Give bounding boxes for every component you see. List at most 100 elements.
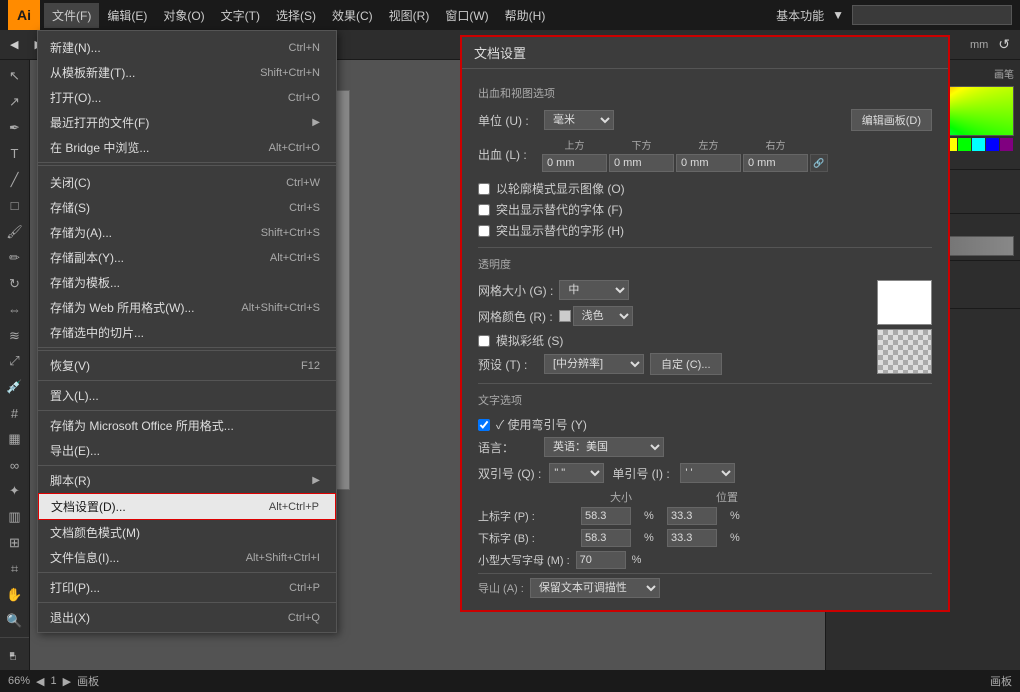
tool-paintbrush[interactable]: 🖌 (3, 220, 27, 244)
tool-warp[interactable]: ≋ (3, 324, 27, 348)
nav-prev[interactable]: ◀ (36, 675, 44, 688)
super-label: 上标字 (P) : (478, 508, 578, 524)
link-bleed-btn[interactable]: 🔗 (810, 154, 828, 172)
cb-highlight-glyphs[interactable] (478, 225, 490, 237)
tool-hand[interactable]: ✋ (3, 583, 27, 607)
menu-save[interactable]: 存储(S) Ctrl+S (38, 195, 336, 220)
menu-window[interactable]: 窗口(W) (437, 3, 496, 28)
menu-text[interactable]: 文字(T) (213, 3, 268, 28)
menu-place[interactable]: 置入(L)... (38, 383, 336, 408)
menu-save-slices[interactable]: 存储选中的切片... (38, 320, 336, 345)
super-size-input[interactable] (581, 507, 631, 525)
dquote-select[interactable]: " " (549, 463, 604, 483)
swatch-lime[interactable] (958, 138, 971, 151)
tool-fill[interactable]: ■□ (3, 642, 27, 666)
tool-line[interactable]: ╱ (3, 168, 27, 192)
title-bar: Ai 文件(F) 编辑(E) 对象(O) 文字(T) 选择(S) 效果(C) 视… (0, 0, 1020, 30)
menu-export[interactable]: 导出(E)... (38, 438, 336, 463)
tool-rect[interactable]: □ (3, 194, 27, 218)
tool-artboard[interactable]: ⊞ (3, 531, 27, 555)
menu-savecopy[interactable]: 存储副本(Y)... Alt+Ctrl+S (38, 245, 336, 270)
rotate-btn[interactable]: ↺ (992, 34, 1016, 55)
bleed-top-input[interactable] (542, 154, 607, 172)
tool-pen[interactable]: ✒ (3, 116, 27, 140)
sep-7 (38, 602, 336, 603)
swatch-purple[interactable] (1000, 138, 1013, 151)
smallcap-input[interactable] (576, 551, 626, 569)
cb-rasterize[interactable] (478, 183, 490, 195)
swatch-blue[interactable] (986, 138, 999, 151)
tool-column[interactable]: ▥ (3, 505, 27, 529)
menu-view[interactable]: 视图(R) (381, 3, 438, 28)
menu-save-template[interactable]: 存储为模板... (38, 270, 336, 295)
menu-quit[interactable]: 退出(X) Ctrl+Q (38, 605, 336, 630)
tool-pencil[interactable]: ✏ (3, 246, 27, 270)
swatch-cyan[interactable] (972, 138, 985, 151)
tool-zoom[interactable]: 🔍 (3, 609, 27, 633)
menu-edit[interactable]: 编辑(E) (99, 3, 155, 28)
unit-label: 单位 (U) : (478, 112, 538, 129)
bottom-select[interactable]: 保留文本可调描性 (530, 578, 660, 598)
custom-btn[interactable]: 自定 (C)... (650, 353, 722, 375)
menu-file-info[interactable]: 文件信息(I)... Alt+Shift+Ctrl+I (38, 545, 336, 570)
grid-color-select[interactable]: 浅色 (573, 306, 633, 326)
tool-text[interactable]: T (3, 142, 27, 166)
menu-save-web[interactable]: 存储为 Web 所用格式(W)... Alt+Shift+Ctrl+S (38, 295, 336, 320)
grid-size-select[interactable]: 中 (559, 280, 629, 300)
menu-open[interactable]: 打开(O)... Ctrl+O (38, 85, 336, 110)
tool-symbol[interactable]: ✦ (3, 479, 27, 503)
edit-canvas-btn[interactable]: 编辑画板(D) (851, 109, 932, 131)
lang-select[interactable]: 英语：美国 (544, 437, 664, 457)
tool-gradient[interactable]: ▦ (3, 427, 27, 451)
tool-mirror[interactable]: ⇔ (3, 298, 27, 322)
sep-3 (38, 380, 336, 381)
menu-object[interactable]: 对象(O) (155, 3, 212, 28)
workspace-label: 基本功能 (776, 7, 824, 24)
super-pos-input[interactable] (667, 507, 717, 525)
menu-scripts[interactable]: 脚本(R) ▶ (38, 468, 336, 493)
tool-eyedrop[interactable]: 💉 (3, 375, 27, 399)
sub-pos-input[interactable] (667, 529, 717, 547)
bleed-left-input[interactable] (676, 154, 741, 172)
tool-slice[interactable]: ⌗ (3, 557, 27, 581)
menu-effect[interactable]: 效果(C) (324, 3, 381, 28)
menu-color-mode[interactable]: 文档颜色模式(M) (38, 520, 336, 545)
menu-save-office[interactable]: 存储为 Microsoft Office 所用格式... (38, 413, 336, 438)
menu-select[interactable]: 选择(S) (268, 3, 324, 28)
sep-1 (38, 165, 336, 166)
menu-help[interactable]: 帮助(H) (497, 3, 554, 28)
menu-new-template[interactable]: 从模板新建(T)... Shift+Ctrl+N (38, 60, 336, 85)
menu-doc-settings[interactable]: 文档设置(D)... Alt+Ctrl+P (38, 493, 336, 520)
menu-new[interactable]: 新建(N)... Ctrl+N (38, 35, 336, 60)
tool-blend[interactable]: ∞ (3, 453, 27, 477)
unit-select[interactable]: 毫米 (544, 110, 614, 130)
toolbar-btn-1[interactable]: ◀ (4, 36, 24, 53)
menu-revert[interactable]: 恢复(V) F12 (38, 353, 336, 378)
toolbox: ↖ ↗ ✒ T ╱ □ 🖌 ✏ ↻ ⇔ ≋ ⤢ 💉 # ▦ ∞ ✦ ▥ ⊞ ⌗ … (0, 60, 30, 670)
nav-next[interactable]: ▶ (63, 675, 71, 688)
presets-select[interactable]: [中分辨率] (544, 354, 644, 374)
bleed-right-input[interactable] (743, 154, 808, 172)
menu-saveas[interactable]: 存储为(A)... Shift+Ctrl+S (38, 220, 336, 245)
search-input[interactable] (852, 5, 1012, 25)
tool-rotate[interactable]: ↻ (3, 272, 27, 296)
tool-direct[interactable]: ↗ (3, 90, 27, 114)
dquote-label: 双引号 (Q) : (478, 465, 541, 482)
sub-size-input[interactable] (581, 529, 631, 547)
menu-close[interactable]: 关闭(C) Ctrl+W (38, 170, 336, 195)
cb-quotes-label: ✓ 使用弯引号 (Y) (496, 416, 587, 433)
bleed-bottom-input[interactable] (609, 154, 674, 172)
cb-simulate[interactable] (478, 335, 490, 347)
cb-quotes[interactable] (478, 419, 490, 431)
tool-mesh[interactable]: # (3, 401, 27, 425)
tool-select[interactable]: ↖ (3, 64, 27, 88)
squote-select[interactable]: ' ' (680, 463, 735, 483)
cb-highlight-subs[interactable] (478, 204, 490, 216)
bottom-row: 导山 (A) : 保留文本可调描性 (478, 573, 932, 598)
tool-scale[interactable]: ⤢ (3, 349, 27, 373)
menu-print[interactable]: 打印(P)... Ctrl+P (38, 575, 336, 600)
menu-bridge[interactable]: 在 Bridge 中浏览... Alt+Ctrl+O (38, 135, 336, 160)
menu-file[interactable]: 文件(F) (44, 3, 99, 28)
menu-recent[interactable]: 最近打开的文件(F) ▶ (38, 110, 336, 135)
unit-label-top: mm (970, 39, 988, 51)
